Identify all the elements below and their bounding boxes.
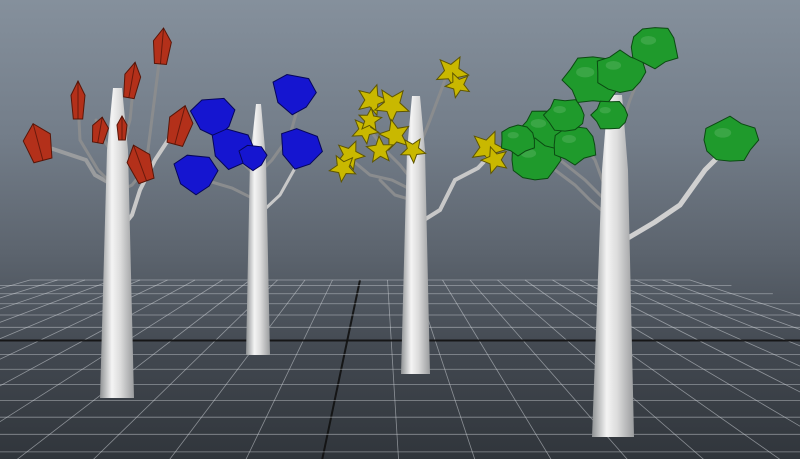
- tree-blue[interactable]: [173, 73, 326, 355]
- tree-yellow[interactable]: [328, 55, 508, 374]
- trunk: [592, 95, 634, 437]
- scene-canvas[interactable]: [0, 0, 800, 459]
- tree-green[interactable]: [500, 27, 760, 437]
- leaf: [703, 115, 760, 162]
- trunk: [401, 96, 430, 374]
- leaf: [173, 154, 219, 196]
- tree-red[interactable]: [20, 27, 197, 398]
- leaf: [272, 73, 317, 116]
- viewport-3d[interactable]: [0, 0, 800, 459]
- leaf: [590, 100, 629, 130]
- leaf: [281, 128, 323, 170]
